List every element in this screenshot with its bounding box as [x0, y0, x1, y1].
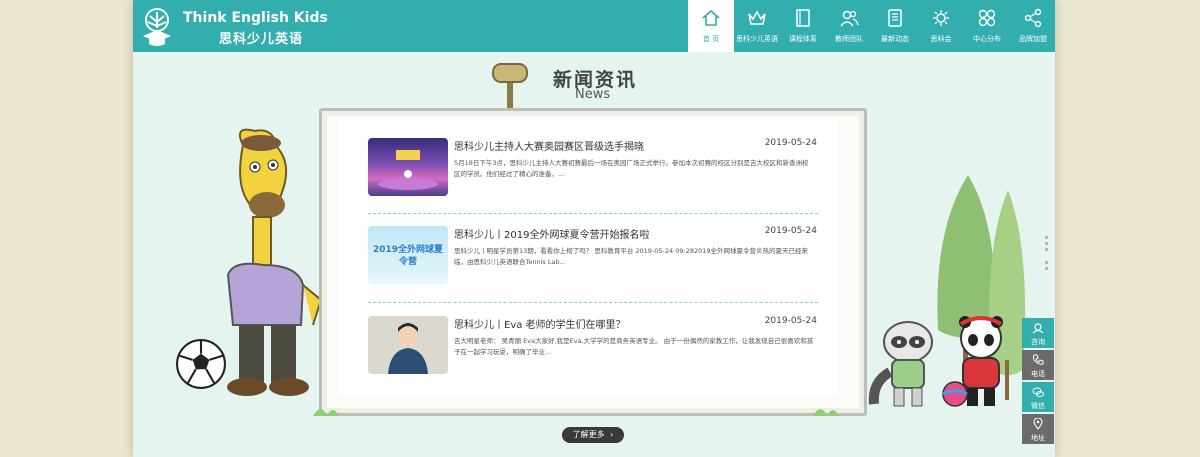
tool-label: 地址	[1031, 434, 1045, 442]
news-divider	[368, 302, 818, 303]
header: Think English Kids 思科少儿英语 首 页 思科少儿英语 课程体…	[133, 0, 1055, 52]
news-summary: 思科少儿丨明星学员第13期，看看你上榜了吗？ 思科教育平台 2019-05-24…	[454, 247, 809, 266]
tree-logo-icon	[143, 8, 171, 46]
map-pin-icon	[1033, 418, 1043, 430]
news-thumbnail[interactable]	[368, 316, 448, 374]
logo[interactable]: Think English Kids 思科少儿英语	[137, 6, 328, 48]
news-item[interactable]: 2019全外网球夏令营 思科少儿丨2019全外网球夏令营开始报名啦 2019-0…	[368, 226, 818, 296]
raccoon-illustration	[868, 321, 933, 407]
nav-item-franchise[interactable]: 品牌加盟	[1010, 0, 1055, 52]
nav-item-brand[interactable]: 思科少儿英语	[734, 0, 780, 52]
stage-image-icon	[378, 150, 438, 190]
news-summary: 吉大明星老师： 吴青丽 Eva大家好,我是Eva,大学学的是商务英语专业。 由于…	[454, 337, 814, 356]
address-button[interactable]: 地址	[1022, 414, 1054, 444]
ball-icon	[942, 381, 968, 407]
team-icon	[840, 10, 859, 27]
teacher-photo-icon	[368, 316, 448, 374]
learn-more-button[interactable]: 了解更多 ›	[562, 427, 624, 443]
news-title[interactable]: 思科少儿丨2019全外网球夏令营开始报名啦	[454, 226, 649, 241]
club-icon	[933, 10, 949, 26]
side-toolbar: 咨询 电话 微信 地址	[1022, 318, 1054, 446]
thumbnail-caption: 2019全外网球夏令营	[372, 245, 444, 267]
soccer-ball-icon	[176, 339, 226, 389]
news-item[interactable]: 思科少儿丨Eva 老师的学生们在哪里？ 2019-05-24 吉大明星老师： 吴…	[368, 316, 818, 386]
nav-item-centers[interactable]: 中心分布	[964, 0, 1010, 52]
tool-label: 电话	[1031, 370, 1045, 378]
news-date: 2019-05-24	[764, 138, 817, 148]
news-title[interactable]: 思科少儿丨Eva 老师的学生们在哪里？	[454, 316, 626, 331]
brand-name-cn: 思科少儿英语	[219, 32, 304, 47]
news-item[interactable]: 思科少儿主持人大赛奥园赛区晋级选手揭晓 2019-05-24 5月18日下午3点…	[368, 138, 818, 208]
main-nav: 首 页 思科少儿英语 课程体系 教师团队 最新动态 思科会 中心分布 品牌加盟	[688, 0, 1055, 52]
news-divider	[368, 213, 818, 214]
home-icon	[702, 9, 720, 26]
wechat-icon	[1032, 387, 1044, 397]
crown-icon	[748, 10, 766, 25]
book-icon	[796, 9, 810, 27]
nav-item-courses[interactable]: 课程体系	[780, 0, 826, 52]
nav-item-club[interactable]: 思科会	[918, 0, 964, 52]
section-subtitle: News	[575, 87, 611, 102]
consult-icon	[1032, 323, 1044, 334]
phone-button[interactable]: 电话	[1022, 350, 1054, 380]
learn-more-label: 了解更多	[572, 430, 605, 439]
tool-label: 咨询	[1031, 338, 1045, 346]
nav-item-news[interactable]: 最新动态	[872, 0, 918, 52]
wechat-button[interactable]: 微信	[1022, 382, 1054, 412]
page: Think English Kids 思科少儿英语 首 页 思科少儿英语 课程体…	[133, 0, 1055, 457]
news-thumbnail[interactable]: 2019全外网球夏令营	[368, 226, 448, 284]
nav-label: 品牌加盟	[1019, 35, 1047, 43]
tool-label: 微信	[1031, 402, 1045, 410]
chevron-right-icon: ›	[610, 430, 614, 439]
board-post-icon	[492, 63, 528, 114]
grass-decoration	[313, 409, 839, 416]
nav-item-teachers[interactable]: 教师团队	[826, 0, 872, 52]
scroll-indicator[interactable]	[1045, 236, 1049, 273]
news-summary: 5月18日下午3点，思科少儿主持人大赛初赛最后一场在奥园广场正式举行。参加本次初…	[454, 159, 809, 178]
share-icon	[1024, 8, 1042, 28]
news-thumbnail[interactable]	[368, 138, 448, 196]
news-date: 2019-05-24	[764, 316, 817, 326]
news-title[interactable]: 思科少儿主持人大赛奥园赛区晋级选手揭晓	[454, 138, 644, 153]
location-grid-icon	[978, 9, 996, 27]
news-date: 2019-05-24	[764, 226, 817, 236]
consult-button[interactable]: 咨询	[1022, 318, 1054, 348]
news-icon	[888, 9, 902, 27]
brand-name-en: Think English Kids	[183, 10, 328, 26]
nav-item-home[interactable]: 首 页	[688, 0, 734, 52]
phone-icon	[1033, 354, 1044, 365]
